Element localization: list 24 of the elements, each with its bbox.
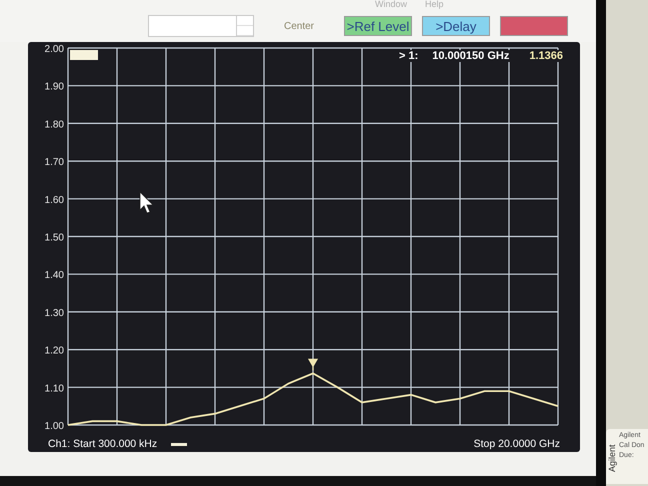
- y-tick-label: 1.60: [44, 194, 64, 206]
- spinner-icon[interactable]: [236, 16, 253, 36]
- y-tick-label: 1.40: [44, 270, 64, 282]
- softkey-button[interactable]: >Ref Level: [344, 16, 412, 36]
- blank-softkey-button[interactable]: [500, 16, 568, 36]
- marker-icon: [308, 358, 318, 371]
- legend-swatch: [70, 50, 98, 60]
- softkey-button[interactable]: >Delay: [422, 16, 490, 36]
- y-tick-label: 1.10: [44, 383, 64, 394]
- marker-input-field[interactable]: [148, 15, 254, 37]
- y-tick-label: 1.70: [44, 157, 64, 168]
- y-tick-label: 1.20: [44, 346, 64, 357]
- dash-mark: [171, 442, 188, 446]
- y-tick-label: 1.00: [44, 421, 64, 432]
- brand-label: Agilent: [607, 443, 617, 472]
- y-tick-label: 2.00: [44, 44, 64, 55]
- y-tick-label: 1.50: [44, 232, 64, 244]
- y-tick-label: 1.30: [44, 308, 64, 319]
- y-tick-label: 1.90: [44, 82, 64, 93]
- cursor-icon: [140, 191, 154, 214]
- y-tick-label: 1.80: [44, 119, 64, 130]
- stop-frequency: Stop 20.0000 GHz: [474, 438, 560, 450]
- start-frequency: Ch1: Start 300.000 kHz: [48, 438, 158, 450]
- center-label: Center: [284, 20, 316, 32]
